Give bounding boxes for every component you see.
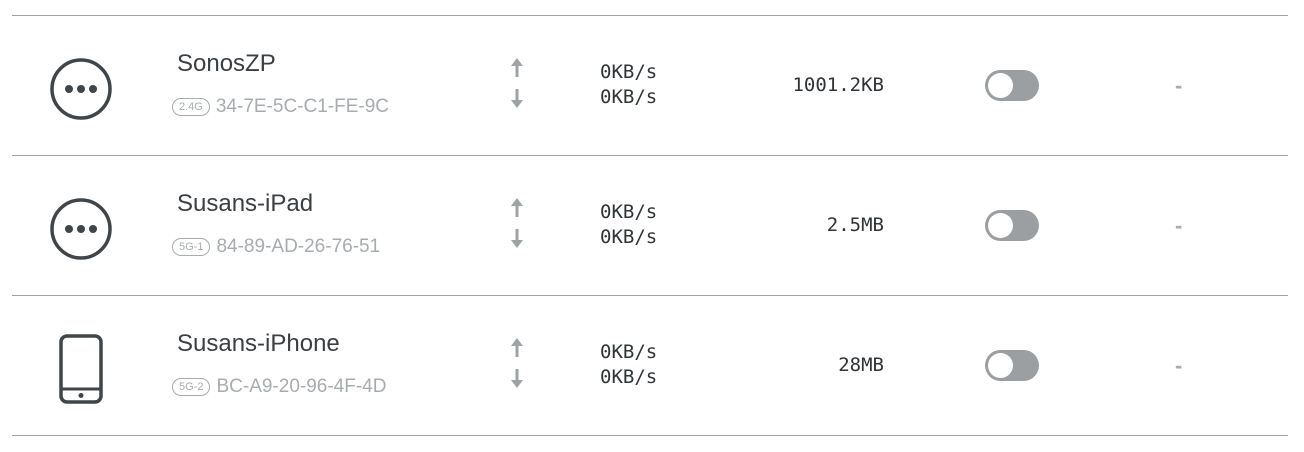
toggle-knob <box>988 213 1013 238</box>
speed-readout: 0KB/s 0KB/s <box>600 200 657 250</box>
band-badge: 5G-2 <box>172 378 211 396</box>
mac-address: 34-7E-5C-C1-FE-9C <box>215 96 390 117</box>
action-placeholder: - <box>1175 353 1183 378</box>
device-row: Susans-iPad 5G-1 84-89-AD-26-76-51 0KB/s… <box>12 156 1288 296</box>
data-usage: 1001.2KB <box>792 74 884 96</box>
speed-readout: 0KB/s 0KB/s <box>600 340 657 390</box>
upload-speed: 0KB/s <box>600 61 658 83</box>
mac-address: 84-89-AD-26-76-51 <box>216 236 381 257</box>
device-connection-info: 5G-1 84-89-AD-26-76-51 <box>172 236 380 258</box>
upload-speed: 0KB/s <box>600 341 658 363</box>
action-placeholder: - <box>1175 73 1183 98</box>
up-down-arrows-icon <box>508 196 526 252</box>
block-toggle[interactable] <box>985 210 1039 241</box>
speed-readout: 0KB/s 0KB/s <box>600 60 657 110</box>
device-name: Susans-iPad <box>177 190 314 217</box>
device-row: SonosZP 2.4G 34-7E-5C-C1-FE-9C 0KB/s 0KB… <box>12 16 1288 156</box>
upload-speed: 0KB/s <box>600 201 658 223</box>
download-speed: 0KB/s <box>600 366 658 388</box>
block-toggle[interactable] <box>985 70 1039 101</box>
device-row: Susans-iPhone 5G-2 BC-A9-20-96-4F-4D 0KB… <box>12 296 1288 436</box>
mac-address: BC-A9-20-96-4F-4D <box>216 376 387 397</box>
device-list: SonosZP 2.4G 34-7E-5C-C1-FE-9C 0KB/s 0KB… <box>12 15 1288 436</box>
up-down-arrows-icon <box>508 56 526 112</box>
data-usage: 28MB <box>838 354 884 376</box>
device-name: Susans-iPhone <box>177 330 340 357</box>
download-speed: 0KB/s <box>600 226 658 248</box>
more-dots-icon <box>46 194 116 264</box>
band-badge: 2.4G <box>172 98 210 116</box>
toggle-knob <box>988 73 1013 98</box>
device-connection-info: 5G-2 BC-A9-20-96-4F-4D <box>172 376 386 398</box>
toggle-knob <box>988 353 1013 378</box>
more-dots-icon <box>46 54 116 124</box>
download-speed: 0KB/s <box>600 86 658 108</box>
data-usage: 2.5MB <box>826 214 884 236</box>
band-badge: 5G-1 <box>172 238 211 256</box>
block-toggle[interactable] <box>985 350 1039 381</box>
action-placeholder: - <box>1175 213 1183 238</box>
up-down-arrows-icon <box>508 336 526 392</box>
device-name: SonosZP <box>177 50 276 77</box>
device-connection-info: 2.4G 34-7E-5C-C1-FE-9C <box>172 96 389 118</box>
smartphone-icon <box>46 334 116 404</box>
